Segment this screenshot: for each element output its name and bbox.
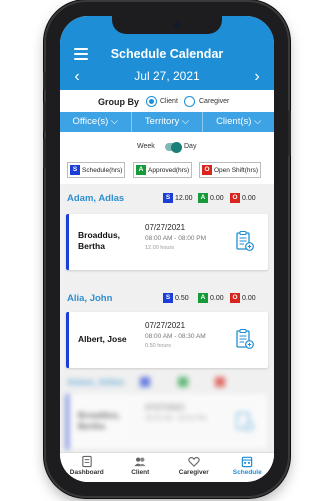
nav-caregiver[interactable]: Caregiver	[167, 453, 221, 482]
schedule-detail-icon	[236, 412, 254, 431]
stat-approved: A 0.00	[198, 293, 224, 303]
date-navigator: ‹ Jul 27, 2021 ›	[60, 68, 274, 86]
stat-schedule: S 0.50	[163, 293, 189, 303]
bottom-nav: Dashboard Client Caregiver Schedule	[60, 452, 274, 482]
caregiver-name: Broaddus, Bertha	[78, 230, 121, 251]
legend-open-shift: O Open Shift(hrs)	[199, 162, 262, 178]
visit-time: 08:00 AM - 08:30 AM	[145, 333, 206, 340]
visit-hours: 12.00 hours	[145, 245, 175, 251]
nav-dashboard[interactable]: Dashboard	[60, 453, 114, 482]
group-by-row: Group By Client Caregiver	[60, 94, 274, 110]
nav-schedule[interactable]: Schedule	[221, 453, 275, 482]
visit-card[interactable]: Albert, Jose 07/27/2021 08:00 AM - 08:30…	[66, 312, 268, 368]
caregiver-name: Broaddus, Bertha	[78, 410, 121, 431]
legend-approved: A Approved(hrs)	[133, 162, 193, 178]
stat-approved	[178, 377, 190, 387]
visit-date: 07/27/2021	[145, 403, 186, 412]
radio-client[interactable]	[146, 96, 157, 107]
legend: S Schedule(hrs) A Approved(hrs) O Open S…	[67, 162, 267, 178]
client-group-header: Alia, John S 0.50 A 0.00 O 0.00	[60, 284, 274, 312]
group-by-label: Group By	[98, 97, 140, 107]
legend-schedule: S Schedule(hrs)	[67, 162, 126, 178]
client-group-header: Adam, Adlas	[60, 368, 274, 396]
stat-open-shift: O 0.00	[230, 193, 256, 203]
mute-switch	[43, 72, 46, 90]
radio-client-label[interactable]: Client	[160, 98, 178, 105]
visit-hours: 0.50 hours	[145, 343, 171, 349]
filter-office[interactable]: Office(s) ⌵	[60, 112, 132, 132]
app-screen: Schedule Calendar ‹ Jul 27, 2021 › Group…	[60, 16, 274, 482]
visit-date: 07/27/2021	[145, 321, 186, 330]
radio-caregiver-label[interactable]: Caregiver	[199, 98, 229, 105]
volume-up-button	[43, 102, 46, 132]
view-toggle-row: Week Day	[60, 140, 274, 154]
chevron-right-icon[interactable]: ›	[250, 68, 264, 86]
schedule-detail-icon[interactable]	[236, 328, 254, 350]
schedule-icon	[242, 456, 253, 468]
page-title: Schedule Calendar	[110, 47, 224, 61]
client-name: Adam, Adlas	[67, 377, 125, 388]
schedule-detail-icon[interactable]	[236, 230, 254, 252]
stat-approved: A 0.00	[198, 193, 224, 203]
filter-client[interactable]: Client(s) ⌵	[203, 112, 274, 132]
volume-down-button	[43, 138, 46, 168]
nav-client[interactable]: Client	[114, 453, 168, 482]
stat-open-shift: O 0.00	[230, 293, 256, 303]
visit-date: 07/27/2021	[145, 223, 186, 232]
visit-time: 08:00 AM - 08:00 PM	[145, 235, 207, 242]
stat-open-shift	[215, 377, 227, 387]
day-label: Day	[184, 143, 197, 150]
dashboard-icon	[82, 455, 92, 468]
visit-time: 08:00 AM - 08:00 PM	[145, 415, 207, 422]
stat-schedule	[140, 377, 152, 387]
client-icon	[134, 457, 146, 467]
radio-caregiver[interactable]	[184, 96, 195, 107]
stat-schedule: S 12.00	[163, 193, 193, 203]
visit-card: Broaddus, Bertha 07/27/2021 08:00 AM - 0…	[66, 394, 268, 450]
filter-territory[interactable]: Territory ⌵	[132, 112, 204, 132]
front-camera	[174, 22, 180, 28]
week-label: Week	[137, 143, 155, 150]
notch	[112, 16, 222, 34]
client-name[interactable]: Alia, John	[67, 293, 112, 304]
week-day-toggle[interactable]	[165, 141, 182, 153]
schedule-list: Adam, Adlas S 12.00 A 0.00 O 0.00 Broaddus,…	[60, 184, 274, 452]
caregiver-name: Albert, Jose	[78, 334, 127, 344]
client-group-header: Adam, Adlas S 12.00 A 0.00 O 0.00	[60, 184, 274, 212]
current-date: Jul 27, 2021	[134, 69, 200, 83]
visit-card[interactable]: Broaddus, Bertha 07/27/2021 08:00 AM - 0…	[66, 214, 268, 270]
caregiver-icon	[188, 456, 200, 467]
power-button	[288, 110, 291, 156]
filter-bar: Office(s) ⌵ Territory ⌵ Client(s) ⌵	[60, 112, 274, 132]
client-name[interactable]: Adam, Adlas	[67, 193, 124, 204]
